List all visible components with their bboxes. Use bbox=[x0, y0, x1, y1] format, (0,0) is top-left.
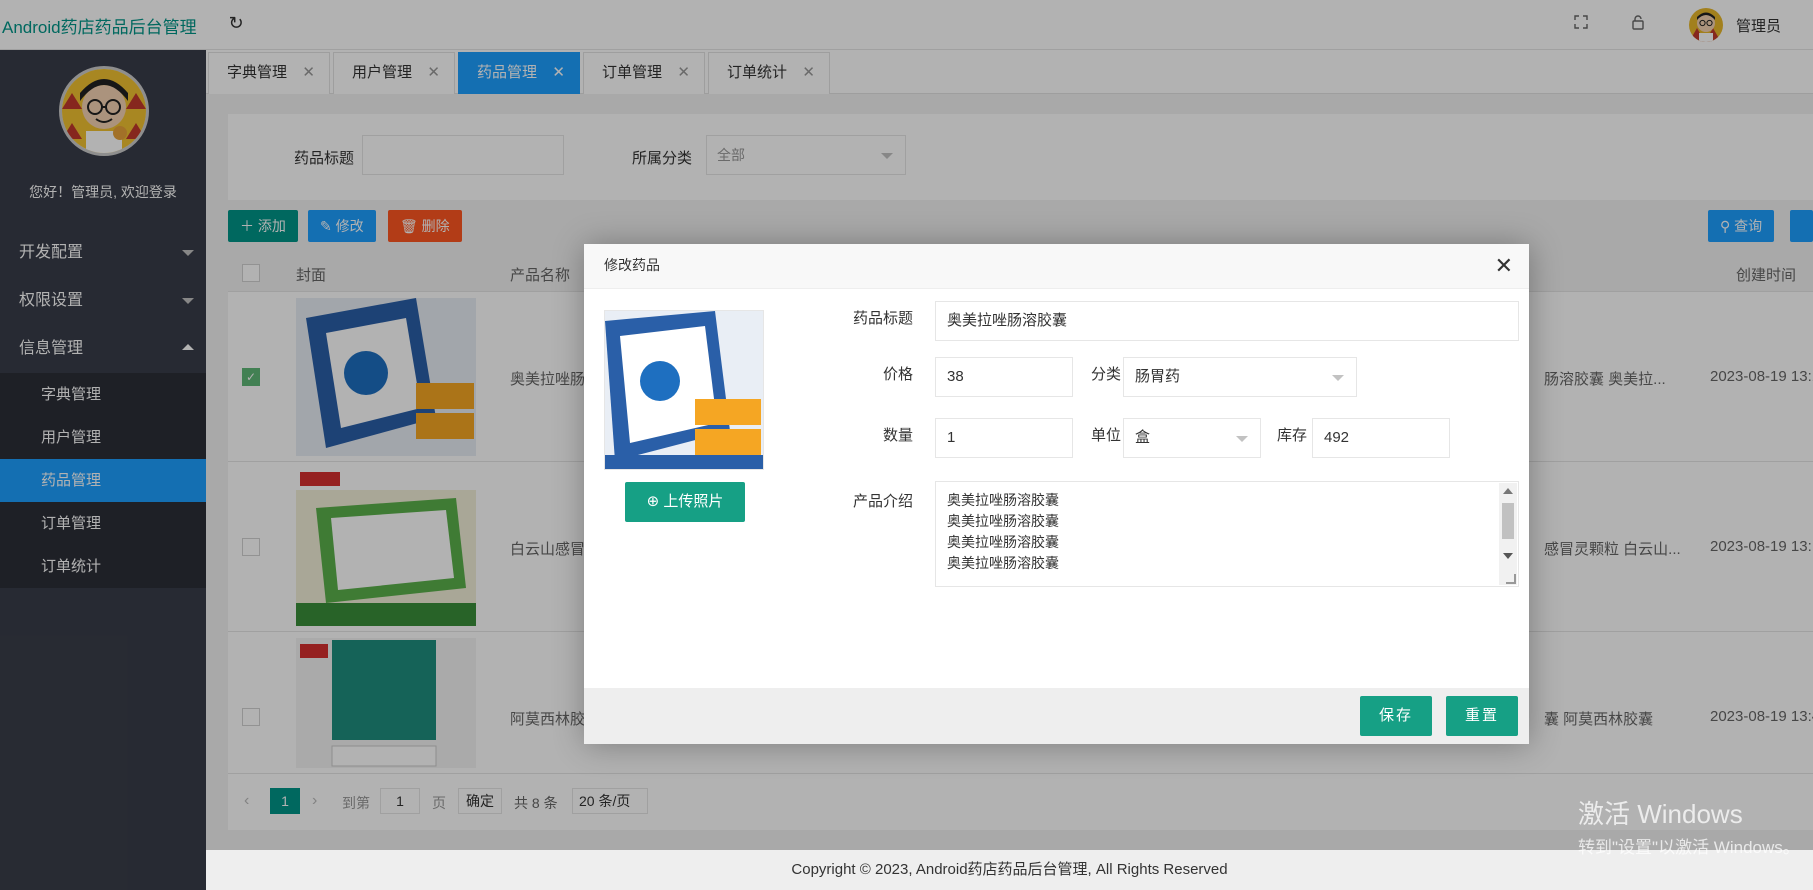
chevron-down-icon bbox=[1236, 436, 1248, 442]
copyright-text: Copyright © 2023, Android药店药品后台管理, All R… bbox=[791, 861, 1228, 878]
resize-grip-icon[interactable] bbox=[1506, 574, 1516, 584]
title-label: 药品标题 bbox=[852, 310, 913, 327]
title-input[interactable]: 奥美拉唑肠溶胶囊 bbox=[935, 301, 1519, 341]
close-icon[interactable]: ✕ bbox=[1495, 254, 1513, 278]
scroll-down-icon[interactable] bbox=[1503, 553, 1513, 559]
stock-label: 库存 bbox=[1276, 427, 1307, 444]
unit-label: 单位 bbox=[1090, 427, 1121, 444]
footer: Copyright © 2023, Android药店药品后台管理, All R… bbox=[206, 850, 1813, 890]
edit-medicine-dialog: 修改药品 ✕ ⊕ 上传照片 药品标题 奥美拉唑肠溶胶囊 价格 38 分类 肠胃药… bbox=[584, 244, 1529, 744]
intro-line: 奥美拉唑肠溶胶囊 bbox=[947, 513, 1059, 529]
price-input[interactable]: 38 bbox=[935, 357, 1073, 397]
category-value: 肠胃药 bbox=[1135, 368, 1181, 385]
plus-circle-icon: ⊕ bbox=[646, 493, 664, 510]
stock-input[interactable]: 492 bbox=[1312, 418, 1450, 458]
upload-photo-button[interactable]: ⊕ 上传照片 bbox=[625, 482, 745, 522]
medicine-photo-preview bbox=[604, 310, 764, 470]
intro-label: 产品介绍 bbox=[852, 493, 913, 510]
quantity-input[interactable]: 1 bbox=[935, 418, 1073, 458]
textarea-scrollbar[interactable] bbox=[1499, 483, 1517, 585]
quantity-label: 数量 bbox=[882, 427, 913, 444]
unit-value: 盒 bbox=[1135, 429, 1151, 446]
intro-line: 奥美拉唑肠溶胶囊 bbox=[947, 492, 1059, 508]
unit-select[interactable]: 盒 bbox=[1123, 418, 1261, 458]
category-label: 分类 bbox=[1090, 366, 1121, 383]
reset-button[interactable]: 重置 bbox=[1446, 696, 1518, 736]
intro-line: 奥美拉唑肠溶胶囊 bbox=[947, 534, 1059, 550]
upload-label: 上传照片 bbox=[663, 493, 724, 510]
intro-line: 奥美拉唑肠溶胶囊 bbox=[947, 555, 1059, 571]
save-button[interactable]: 保存 bbox=[1360, 696, 1432, 736]
windows-activation-watermark: 激活 Windows 转到"设置"以激活 Windows。 bbox=[1578, 794, 1800, 858]
watermark-line1: 激活 Windows bbox=[1578, 799, 1743, 829]
category-select[interactable]: 肠胃药 bbox=[1123, 357, 1357, 397]
scrollbar-thumb[interactable] bbox=[1502, 503, 1514, 539]
dialog-title: 修改药品 bbox=[584, 244, 1529, 289]
chevron-down-icon bbox=[1332, 375, 1344, 381]
price-label: 价格 bbox=[882, 366, 913, 383]
dialog-footer: 保存 重置 bbox=[584, 688, 1529, 744]
intro-textarea[interactable]: 奥美拉唑肠溶胶囊 奥美拉唑肠溶胶囊 奥美拉唑肠溶胶囊 奥美拉唑肠溶胶囊 bbox=[935, 481, 1519, 587]
watermark-line2: 转到"设置"以激活 Windows。 bbox=[1578, 838, 1800, 857]
scroll-up-icon[interactable] bbox=[1503, 488, 1513, 494]
